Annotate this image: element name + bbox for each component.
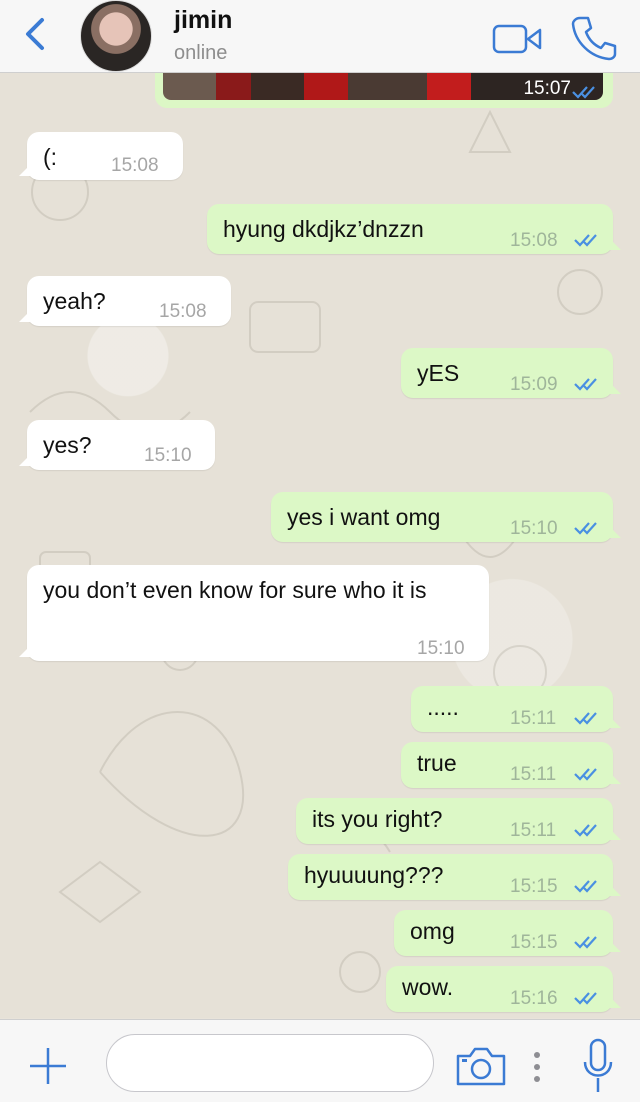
outgoing-message[interactable]: wow. 15:16: [386, 966, 621, 1012]
message-time: 15:15: [510, 876, 558, 897]
incoming-message[interactable]: you don’t even know for sure who it is 1…: [19, 565, 489, 661]
outgoing-message[interactable]: true 15:11: [401, 742, 621, 788]
read-ticks-icon: [574, 768, 597, 781]
read-ticks-icon: [574, 936, 597, 949]
outgoing-message[interactable]: hyung dkdjkz’dnzzn 15:08: [207, 204, 621, 254]
chat-header: jimin online: [0, 0, 640, 73]
message-text: its you right?: [312, 806, 443, 832]
message-text: (:: [43, 144, 58, 170]
message-time: 15:10: [144, 445, 192, 466]
message-text: yes?: [43, 432, 92, 458]
message-time: 15:10: [510, 518, 558, 539]
plus-icon[interactable]: [28, 1046, 68, 1086]
message-time: 15:08: [111, 155, 159, 176]
read-ticks-icon: [574, 824, 597, 837]
message-text: true: [417, 750, 457, 776]
message-time: 15:10: [417, 638, 465, 659]
outgoing-message[interactable]: omg 15:15: [394, 910, 621, 956]
back-chevron-icon[interactable]: [18, 14, 52, 54]
outgoing-message[interactable]: yes i want omg 15:10: [271, 492, 621, 542]
message-time: 15:08: [159, 301, 207, 322]
more-vertical-icon[interactable]: [532, 1050, 542, 1084]
outgoing-message[interactable]: yES 15:09: [401, 348, 621, 398]
message-text: yes i want omg: [287, 504, 441, 530]
message-text: hyuuuung???: [304, 862, 444, 888]
incoming-message[interactable]: (: 15:08: [19, 132, 183, 180]
read-ticks-icon: [574, 234, 597, 247]
message-text: .....: [427, 694, 459, 720]
read-ticks-icon: [572, 86, 595, 99]
read-ticks-icon: [574, 712, 597, 725]
read-ticks-icon: [574, 880, 597, 893]
read-ticks-icon: [574, 992, 597, 1005]
message-text: omg: [410, 918, 455, 944]
message-time: 15:11: [510, 764, 557, 785]
message-input-bar: [0, 1019, 640, 1102]
outgoing-message[interactable]: its you right? 15:11: [296, 798, 621, 844]
incoming-message[interactable]: yes? 15:10: [19, 420, 215, 470]
message-text: yES: [417, 360, 460, 386]
incoming-message[interactable]: yeah? 15:08: [19, 276, 231, 326]
message-text: you don’t even know for sure who it is: [43, 577, 427, 603]
image-message[interactable]: 15:07: [155, 72, 613, 108]
message-time: 15:08: [510, 230, 558, 251]
message-time: 15:16: [510, 988, 558, 1009]
camera-icon[interactable]: [454, 1044, 508, 1088]
message-input[interactable]: [106, 1034, 434, 1092]
message-time: 15:07: [523, 78, 571, 99]
message-text: yeah?: [43, 288, 106, 314]
contact-status: online: [174, 42, 228, 64]
video-call-icon[interactable]: [492, 20, 542, 58]
message-time: 15:11: [510, 820, 557, 841]
phone-call-icon[interactable]: [570, 14, 618, 62]
microphone-icon[interactable]: [582, 1038, 614, 1094]
message-time: 15:11: [510, 708, 557, 729]
outgoing-message[interactable]: ..... 15:11: [411, 686, 621, 732]
chat-area[interactable]: 15:07 (: 15:08 hyung dkdjkz’dnzzn 15:08 …: [0, 72, 640, 1018]
read-ticks-icon: [574, 522, 597, 535]
message-time: 15:09: [510, 374, 558, 395]
read-ticks-icon: [574, 378, 597, 391]
message-time: 15:15: [510, 932, 558, 953]
message-text: hyung dkdjkz’dnzzn: [223, 216, 424, 242]
message-text: wow.: [402, 974, 454, 1000]
outgoing-message[interactable]: hyuuuung??? 15:15: [288, 854, 621, 900]
contact-avatar[interactable]: [80, 0, 152, 72]
contact-name[interactable]: jimin: [174, 6, 232, 35]
